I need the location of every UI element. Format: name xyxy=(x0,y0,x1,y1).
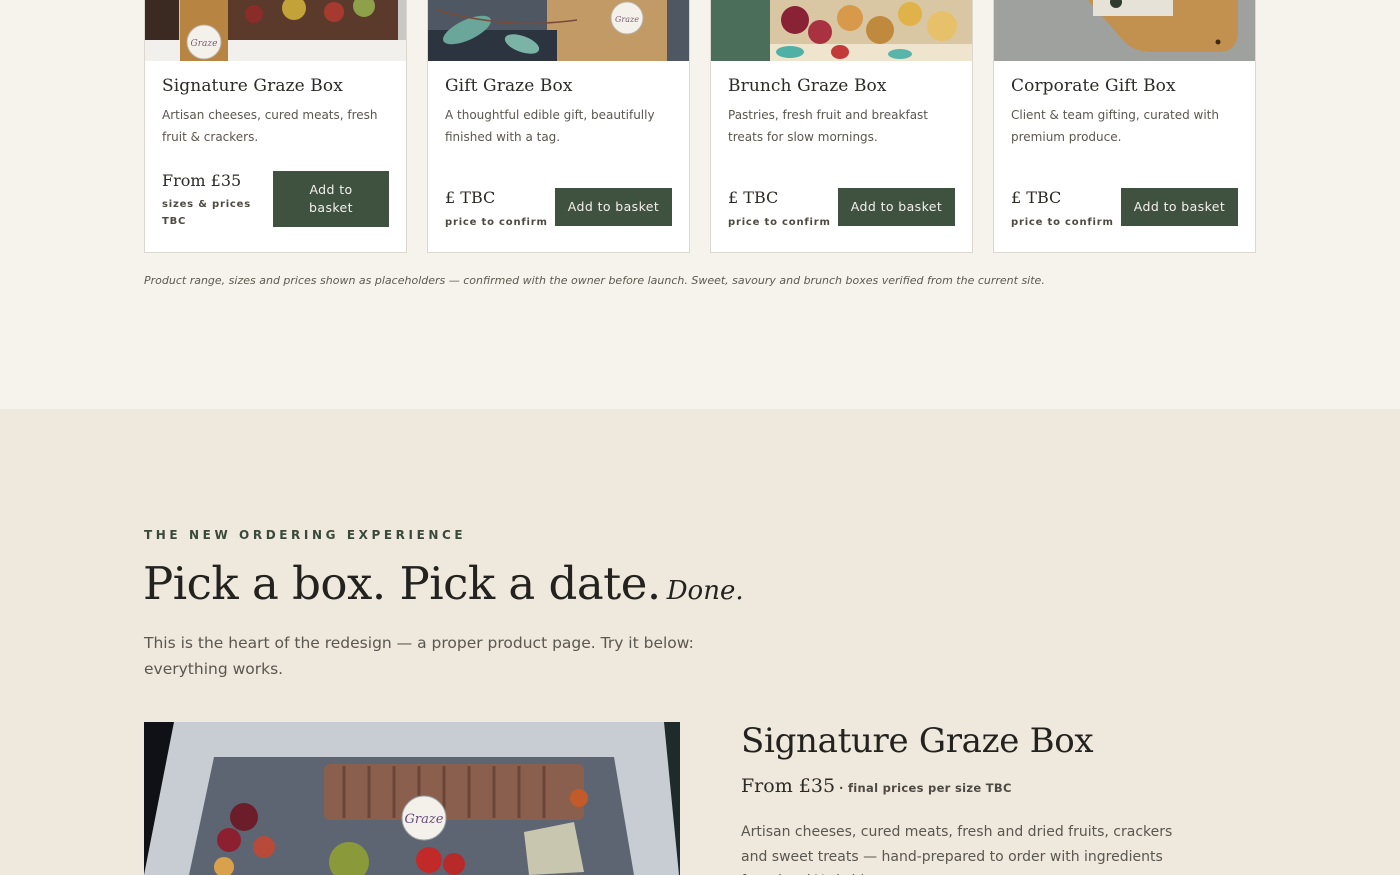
add-to-basket-button[interactable]: Add to basket xyxy=(1121,188,1238,226)
product-price: £ TBC xyxy=(1011,188,1062,207)
product-price-note: price to confirm xyxy=(1011,217,1114,228)
product-title[interactable]: Gift Graze Box xyxy=(445,76,573,96)
add-to-basket-button[interactable]: Add to basket xyxy=(273,171,389,227)
product-title[interactable]: Corporate Gift Box xyxy=(1011,76,1176,96)
product-detail-price: From £35 · final prices per size TBC xyxy=(741,775,1012,797)
placeholder-disclaimer: Product range, sizes and prices shown as… xyxy=(144,274,1045,287)
product-image-gift[interactable]: Graze xyxy=(428,0,689,61)
add-to-basket-button[interactable]: Add to basket xyxy=(838,188,955,226)
headline-text: Pick a box. Pick a date. xyxy=(143,557,661,610)
product-detail-description: Artisan cheeses, cured meats, fresh and … xyxy=(741,824,1173,875)
product-card-gift[interactable]: Graze Gift Graze Box A thoughtful edible… xyxy=(427,0,690,253)
add-to-basket-button[interactable]: Add to basket xyxy=(555,188,672,226)
product-price: £ TBC xyxy=(445,188,496,207)
product-card-brunch[interactable]: Brunch Graze Box Pastries, fresh fruit a… xyxy=(710,0,973,253)
svg-text:Graze: Graze xyxy=(191,39,218,49)
product-image-signature[interactable]: Graze xyxy=(145,0,406,61)
product-detail-title: Signature Graze Box xyxy=(741,721,1094,761)
headline-accent: Done. xyxy=(666,576,744,606)
product-description: Artisan cheeses, cured meats, fresh frui… xyxy=(162,108,378,144)
product-card-signature[interactable]: Graze Signature Graze Box Artisan cheese… xyxy=(144,0,407,253)
detail-price-value: From £35 xyxy=(741,775,836,797)
product-card-corporate[interactable]: Corporate Gift Box Client & team gifting… xyxy=(993,0,1256,253)
product-price-note: price to confirm xyxy=(728,217,831,228)
product-price: £ TBC xyxy=(728,188,779,207)
section-eyebrow: THE NEW ORDERING EXPERIENCE xyxy=(144,528,467,542)
product-hero-image[interactable]: Graze xyxy=(144,722,680,875)
product-price-note: price to confirm xyxy=(445,217,548,228)
product-title[interactable]: Signature Graze Box xyxy=(162,76,343,96)
product-description: A thoughtful edible gift, beautifully fi… xyxy=(445,108,655,144)
product-description: Pastries, fresh fruit and breakfast trea… xyxy=(728,108,929,144)
product-image-corporate[interactable] xyxy=(994,0,1255,61)
product-description: Client & team gifting, curated with prem… xyxy=(1011,108,1219,144)
product-grid: Graze Signature Graze Box Artisan cheese… xyxy=(144,0,1256,253)
product-price-note: sizes & prices TBC xyxy=(162,199,251,227)
product-title[interactable]: Brunch Graze Box xyxy=(728,76,887,96)
section-lede: This is the heart of the redesign — a pr… xyxy=(144,634,694,678)
section-headline: Pick a box. Pick a date. Done. xyxy=(143,557,744,610)
product-image-brunch[interactable] xyxy=(711,0,972,61)
svg-text:Graze: Graze xyxy=(405,812,444,827)
svg-text:Graze: Graze xyxy=(615,15,639,24)
product-price: From £35 xyxy=(162,171,242,190)
ordering-section: THE NEW ORDERING EXPERIENCE Pick a box. … xyxy=(0,409,1400,875)
detail-price-note: · final prices per size TBC xyxy=(839,781,1012,795)
